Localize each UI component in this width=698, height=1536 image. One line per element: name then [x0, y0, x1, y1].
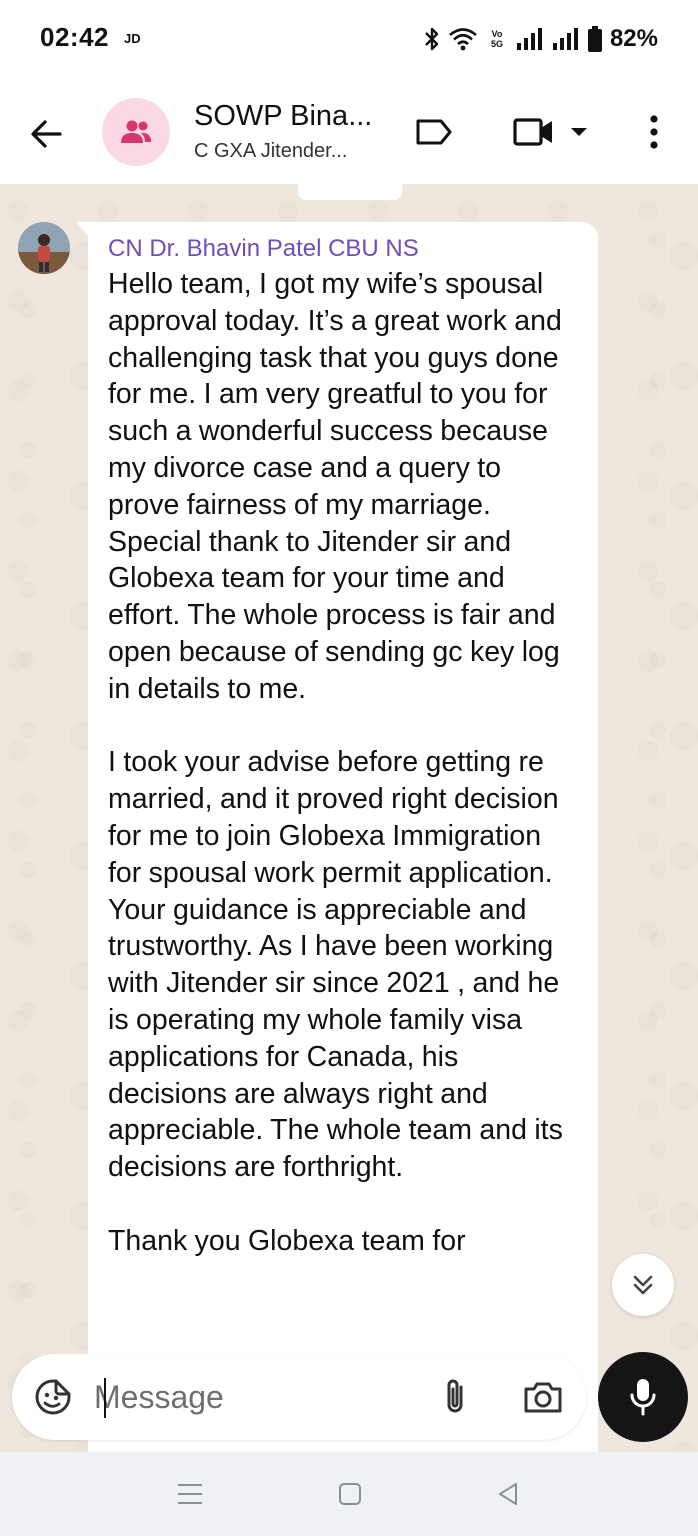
status-icons: Vo 5G 82% — [424, 22, 658, 56]
message-bubble[interactable]: CN Dr. Bhavin Patel CBU NS Hello team, I… — [88, 222, 598, 1452]
chat-header: SOWP Bina... C GXA Jitender... — [0, 78, 698, 184]
emoji-button[interactable] — [30, 1374, 76, 1420]
camera-icon — [524, 1382, 562, 1413]
chat-title[interactable]: SOWP Bina... — [194, 100, 372, 133]
label-button[interactable] — [412, 108, 456, 156]
signal-icon-2 — [552, 27, 580, 51]
sender-name[interactable]: CN Dr. Bhavin Patel CBU NS — [108, 232, 578, 266]
sticker-icon — [35, 1379, 71, 1415]
group-icon — [121, 120, 151, 143]
dropdown-icon — [571, 128, 587, 136]
avatar[interactable] — [18, 222, 70, 274]
double-chevron-down-icon — [633, 1275, 653, 1295]
battery-icon — [587, 26, 602, 52]
date-chip — [298, 184, 402, 200]
back-nav-button[interactable] — [488, 1474, 528, 1514]
battery-percent: 82% — [609, 25, 658, 52]
video-call-button[interactable] — [510, 108, 592, 156]
microphone-icon — [630, 1379, 656, 1416]
status-time: 02:42 — [40, 22, 109, 52]
scroll-to-bottom-button[interactable] — [612, 1254, 674, 1316]
message-input[interactable] — [92, 1372, 414, 1422]
chat-subtitle[interactable]: C GXA Jitender... — [194, 140, 347, 163]
volte-top-label: Vo — [491, 29, 503, 39]
back-button[interactable] — [22, 110, 70, 158]
voice-message-button[interactable] — [598, 1352, 688, 1442]
sender-avatar-image — [18, 222, 70, 274]
attach-button[interactable] — [432, 1374, 478, 1420]
message-paragraph-1: Hello team, I got my wife’s spousal appr… — [108, 268, 562, 705]
label-icon — [416, 119, 452, 145]
signal-icon — [516, 27, 544, 51]
camera-button[interactable] — [520, 1374, 566, 1420]
message-composer — [12, 1354, 586, 1440]
back-arrow-icon — [31, 120, 62, 148]
recent-apps-button[interactable] — [170, 1474, 210, 1514]
text-caret — [104, 1378, 106, 1418]
menu-lines-icon — [178, 1484, 202, 1504]
wifi-icon — [448, 27, 478, 51]
chat-area[interactable]: CN Dr. Bhavin Patel CBU NS Hello team, I… — [0, 184, 698, 1452]
message-paragraph-3: Thank you Globexa team for — [108, 1224, 466, 1257]
volte-indicator: Vo 5G — [486, 29, 508, 49]
volte-mid-label: 5G — [490, 39, 503, 49]
more-vert-icon — [650, 115, 658, 149]
video-call-icon — [513, 118, 552, 146]
triangle-back-icon — [499, 1483, 517, 1505]
bluetooth-icon — [424, 26, 440, 52]
home-button[interactable] — [330, 1474, 370, 1514]
system-navigation-bar — [0, 1452, 698, 1536]
paperclip-icon — [447, 1379, 463, 1413]
square-icon — [339, 1483, 361, 1505]
more-options-button[interactable] — [636, 108, 672, 156]
message-paragraph-2: I took your advise before getting re mar… — [108, 746, 563, 1184]
status-bar: 02:42 JD Vo 5G 82% — [0, 0, 698, 78]
group-avatar[interactable] — [102, 98, 170, 166]
carrier-label: JD — [124, 31, 141, 46]
